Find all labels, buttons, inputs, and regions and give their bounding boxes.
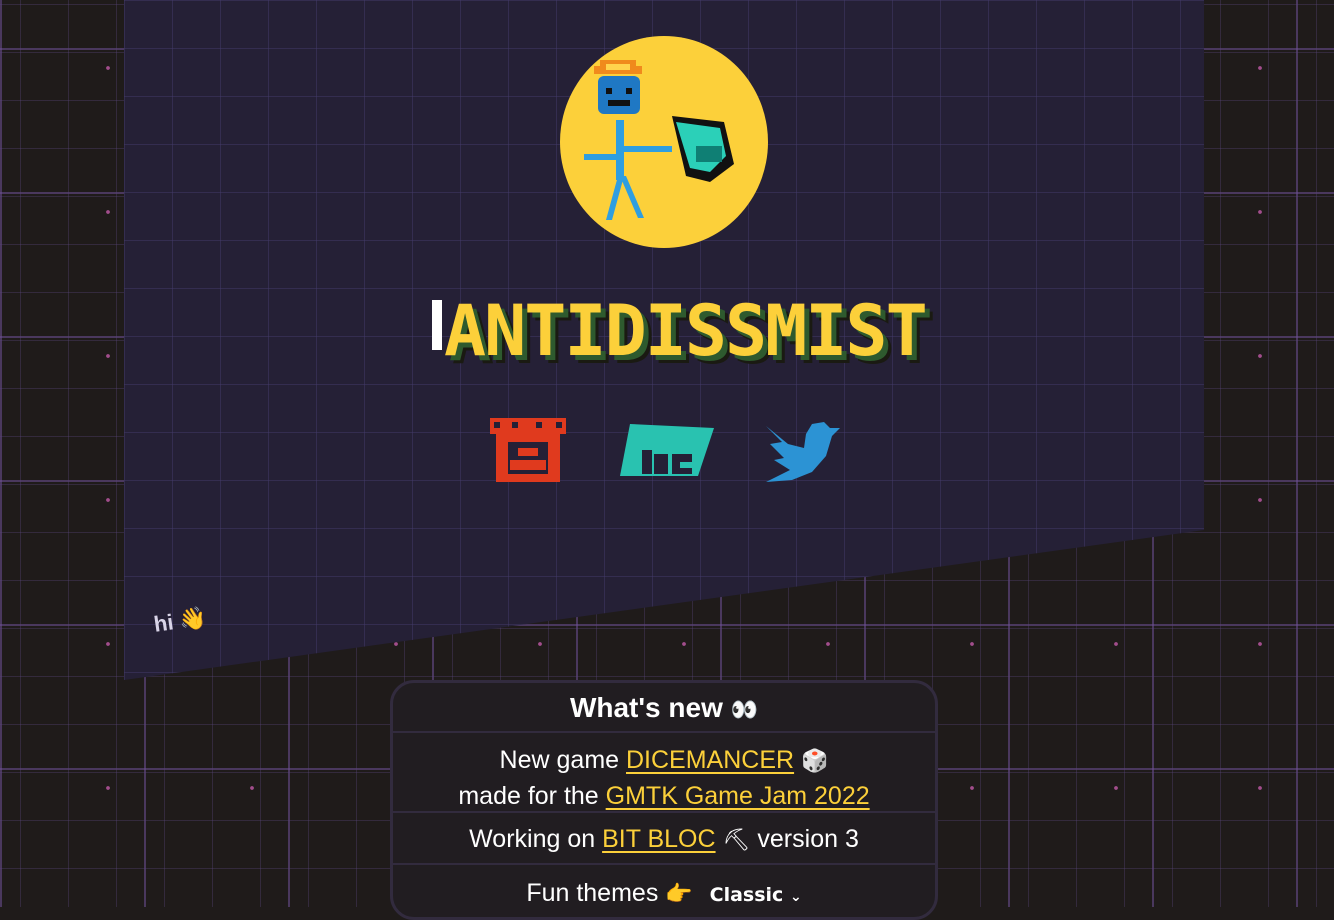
text-cursor	[432, 300, 442, 350]
theme-select[interactable]: Classic ⌄	[710, 884, 802, 906]
whats-new-title: What's new 👀	[393, 683, 935, 733]
twitter-link[interactable]	[762, 414, 842, 486]
stick-figure-miner-icon	[584, 60, 734, 220]
pointing-hand-icon: 👉	[665, 882, 693, 907]
news-item-bit-bloc: Working on BIT BLOC ⛏ version 3	[393, 813, 935, 865]
whats-new-box: What's new 👀 New game DICEMANCER 🎲 made …	[390, 680, 938, 920]
theme-select-value: Classic	[709, 884, 784, 906]
news-item-2-suffix: version 3	[757, 825, 859, 853]
greeting-text: hi	[152, 609, 176, 637]
homebrew-link[interactable]	[618, 414, 716, 486]
avatar	[560, 36, 768, 248]
chevron-down-icon: ⌄	[789, 889, 802, 905]
itchio-link[interactable]	[486, 414, 570, 486]
logo-text: ANTIDISSMIST	[444, 290, 928, 372]
news-item-2-prefix: Working on	[469, 825, 596, 853]
dicemancer-link[interactable]: DICEMANCER	[626, 746, 794, 774]
bit-bloc-link[interactable]: BIT BLOC	[602, 825, 715, 853]
twitter-icon	[766, 422, 840, 482]
hc-icon	[620, 424, 714, 476]
whats-new-title-text: What's new	[569, 692, 723, 723]
site-logo[interactable]: ANTIDISSMIST	[432, 296, 928, 368]
itchio-icon	[490, 418, 566, 482]
news-item-themes: Fun themes 👉 Classic ⌄	[393, 865, 935, 917]
dice-icon: 🎲	[801, 749, 829, 774]
news-item-1-line2-prefix: made for the	[458, 782, 599, 810]
gmtk-game-jam-link[interactable]: GMTK Game Jam 2022	[606, 782, 870, 810]
eyes-icon: 👀	[730, 698, 759, 723]
waving-hand-icon: 👋	[177, 605, 209, 635]
news-item-1-prefix: New game	[499, 746, 620, 774]
themes-label: Fun themes	[526, 879, 659, 907]
pickaxe-icon: ⛏	[722, 828, 751, 853]
news-item-dicemancer: New game DICEMANCER 🎲 made for the GMTK …	[393, 733, 935, 813]
